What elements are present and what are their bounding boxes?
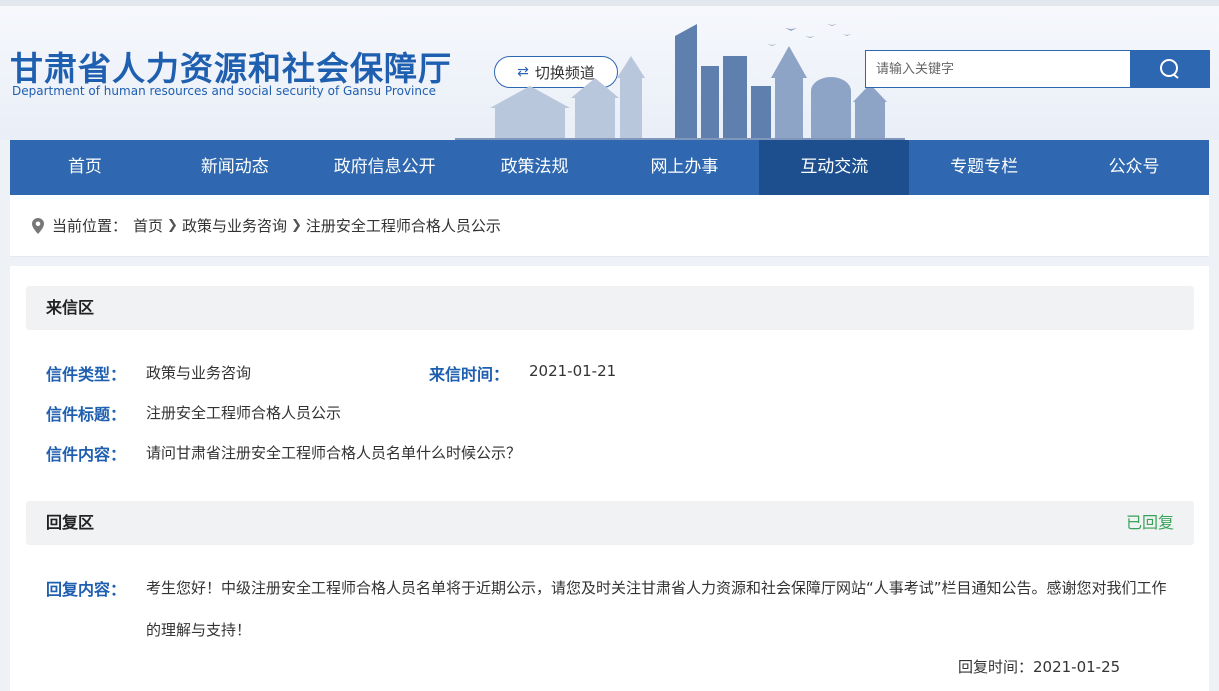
site-header: 甘肃省人力资源和社会保障厅 Department of human resour…: [0, 6, 1219, 146]
search-button[interactable]: [1130, 50, 1210, 88]
search-input[interactable]: [865, 50, 1131, 88]
breadcrumb-home[interactable]: 首页: [133, 215, 163, 236]
chevron-right-icon: ❯: [167, 218, 178, 233]
letter-subject-value: 注册安全工程师合格人员公示: [146, 404, 342, 422]
letter-time-value: 2021-01-21: [529, 362, 617, 380]
nav-item-online-service[interactable]: 网上办事: [610, 140, 760, 195]
site-title[interactable]: 甘肃省人力资源和社会保障厅: [10, 42, 452, 90]
nav-item-interaction[interactable]: 互动交流: [759, 140, 910, 195]
nav-item-policy[interactable]: 政策法规: [460, 140, 610, 195]
breadcrumb-category[interactable]: 政策与业务咨询: [182, 215, 287, 236]
nav-item-topics[interactable]: 专题专栏: [909, 140, 1059, 195]
main-nav: 首页 新闻动态 政府信息公开 政策法规 网上办事 互动交流 专题专栏 公众号: [10, 140, 1209, 195]
letter-time-label: 来信时间：: [429, 365, 510, 384]
reply-content-label: 回复内容：: [46, 580, 127, 599]
letter-section-header: 来信区: [26, 286, 1194, 330]
letter-content-label: 信件内容：: [46, 445, 127, 464]
chevron-right-icon: ❯: [290, 218, 302, 233]
reply-content-value: 考生您好！中级注册安全工程师合格人员名单将于近期公示，请您及时关注甘肃省人力资源…: [146, 579, 1167, 639]
letter-section-title: 来信区: [46, 298, 95, 317]
reply-section-title: 回复区: [46, 513, 95, 532]
letter-subject-label: 信件标题：: [46, 405, 127, 424]
letter-detail: 来信区 信件类型： 政策与业务咨询 来信时间： 2021-01-21 信件标题：…: [10, 266, 1209, 691]
site-subtitle: Department of human resources and social…: [12, 84, 436, 98]
breadcrumb-prefix: 当前位置：: [52, 217, 128, 235]
location-pin-icon: [32, 217, 44, 234]
letter-type-label: 信件类型：: [46, 365, 127, 384]
nav-item-wechat[interactable]: 公众号: [1059, 140, 1209, 195]
reply-time: 回复时间：2021-01-25: [958, 658, 1121, 676]
nav-item-gov-info[interactable]: 政府信息公开: [310, 140, 460, 195]
letter-content-value: 请问甘肃省注册安全工程师合格人员名单什么时候公示？: [146, 444, 522, 462]
breadcrumb-current: 注册安全工程师合格人员公示: [305, 217, 501, 235]
nav-item-home[interactable]: 首页: [10, 140, 160, 195]
search-icon: [1160, 59, 1179, 79]
reply-section-header: 回复区 已回复: [26, 501, 1194, 545]
city-skyline-banner: [455, 24, 905, 146]
breadcrumb: 当前位置： 首页 ❯ 政策与业务咨询 ❯ 注册安全工程师合格人员公示: [10, 195, 1209, 257]
nav-item-news[interactable]: 新闻动态: [160, 140, 310, 195]
reply-status-badge: 已回复: [1125, 513, 1174, 532]
letter-type-value: 政策与业务咨询: [146, 364, 252, 382]
